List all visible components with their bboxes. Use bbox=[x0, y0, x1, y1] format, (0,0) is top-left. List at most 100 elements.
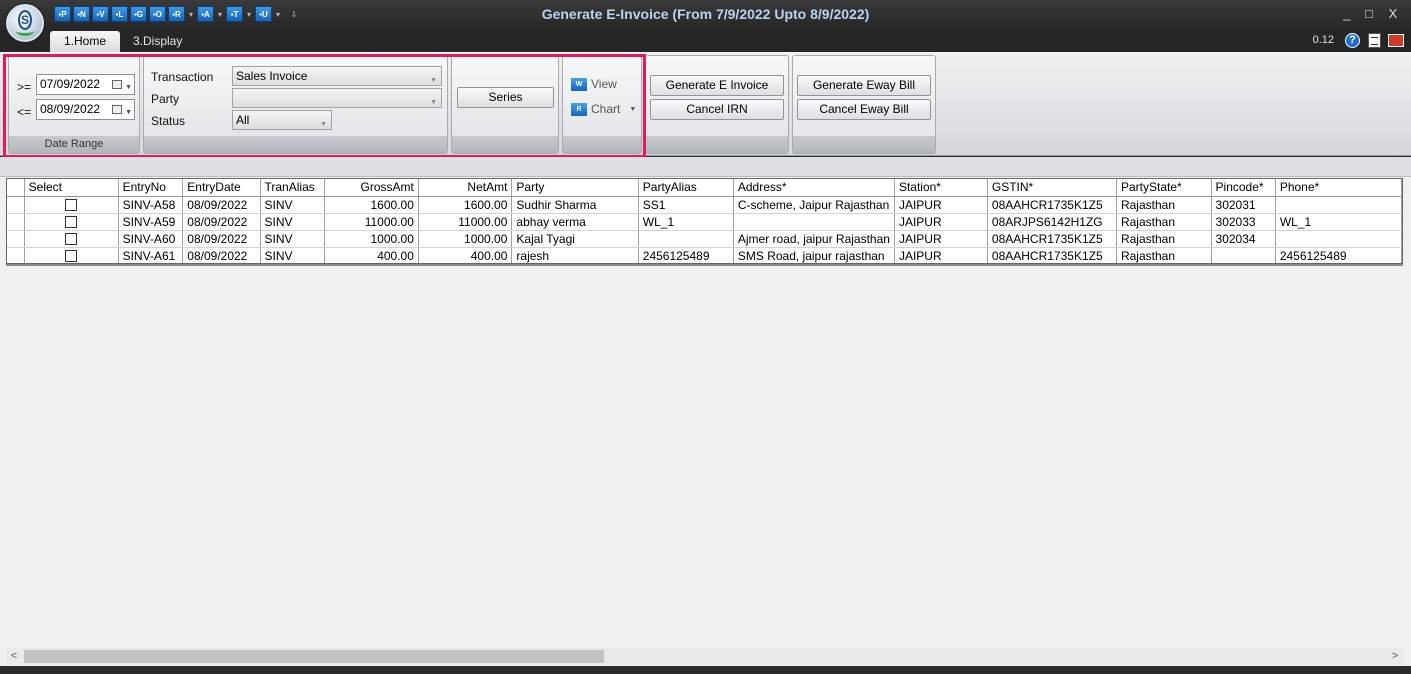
chevron-down-icon[interactable]: ▾ bbox=[216, 10, 224, 19]
column-header[interactable]: EntryDate bbox=[182, 179, 261, 197]
column-header[interactable]: PartyState* bbox=[1116, 179, 1212, 197]
column-header[interactable]: NetAmt bbox=[418, 179, 513, 197]
row-indicator[interactable] bbox=[7, 247, 25, 263]
table-cell: 08AAHCR1735K1Z5 bbox=[987, 247, 1117, 263]
qat-button-o[interactable]: ▪ O bbox=[149, 6, 166, 22]
maximize-button[interactable]: □ bbox=[1359, 6, 1379, 21]
chevron-down-icon[interactable]: ▾ bbox=[274, 10, 282, 19]
chevron-down-icon[interactable]: ▾ bbox=[245, 10, 253, 19]
qat-button-t[interactable]: ▪ T bbox=[226, 6, 243, 22]
select-checkbox[interactable] bbox=[65, 199, 78, 212]
column-header[interactable]: Pincode* bbox=[1211, 179, 1276, 197]
select-checkbox[interactable] bbox=[65, 250, 78, 263]
transaction-label: Transaction bbox=[151, 70, 214, 84]
to-date-picker[interactable]: 08/09/2022 ▼ bbox=[36, 99, 135, 120]
table-cell: SINV bbox=[260, 247, 325, 263]
from-date-picker[interactable]: 07/09/2022 ▼ bbox=[36, 74, 135, 95]
customize-toolbar-icon[interactable]: ⇩ bbox=[290, 10, 298, 19]
help-icon[interactable]: ? bbox=[1345, 33, 1360, 48]
qat-button-r[interactable]: ▪ R bbox=[168, 6, 185, 22]
scroll-left-icon[interactable]: < bbox=[6, 648, 22, 665]
select-cell[interactable] bbox=[24, 213, 119, 231]
row-indicator[interactable] bbox=[7, 230, 25, 248]
select-cell[interactable] bbox=[24, 230, 119, 248]
app-logo-icon[interactable]: S bbox=[6, 4, 44, 42]
table-cell: SINV bbox=[260, 230, 325, 248]
table-row[interactable]: SINV-A59 08/09/2022 SINV 11000.00 11000.00 ab… bbox=[7, 213, 1402, 231]
qat-button-v[interactable]: ▪ V bbox=[92, 6, 109, 22]
chevron-down-icon[interactable]: ▼ bbox=[125, 78, 132, 97]
status-combo[interactable]: All ▼ bbox=[232, 110, 332, 130]
minimize-button[interactable]: _ bbox=[1337, 6, 1357, 21]
qat-button-g[interactable]: ▪ G bbox=[130, 6, 147, 22]
table-cell: 11000.00 bbox=[418, 213, 513, 231]
view-button[interactable]: W View bbox=[571, 77, 617, 91]
chevron-down-icon[interactable]: ▼ bbox=[320, 116, 327, 134]
ribbon-tab-row: 1.Home 3.Display bbox=[0, 30, 1411, 52]
column-header[interactable]: EntryNo bbox=[118, 179, 184, 197]
horizontal-scrollbar[interactable]: < > bbox=[6, 648, 1403, 665]
qat-button-p[interactable]: ▪ P bbox=[54, 6, 71, 22]
table-row[interactable]: SINV-A58 08/09/2022 SINV 1600.00 1600.00 Sudh… bbox=[7, 196, 1402, 214]
select-checkbox[interactable] bbox=[65, 233, 78, 246]
calendar-icon[interactable] bbox=[112, 80, 122, 89]
group-footer bbox=[452, 136, 558, 153]
select-cell[interactable] bbox=[24, 247, 119, 263]
generate-einvoice-button[interactable]: Generate E Invoice bbox=[650, 75, 784, 96]
column-header[interactable]: Address* bbox=[733, 179, 895, 197]
column-header[interactable]: TranAlias bbox=[260, 179, 325, 197]
table-cell: Kajal Tyagi bbox=[511, 230, 639, 248]
calendar-icon[interactable] bbox=[112, 105, 122, 114]
column-header[interactable]: Select bbox=[24, 179, 119, 197]
table-cell: 2456125489 bbox=[1275, 247, 1402, 263]
generate-eway-bill-button[interactable]: Generate Eway Bill bbox=[797, 75, 931, 96]
row-indicator[interactable] bbox=[7, 213, 25, 231]
chevron-down-icon[interactable]: ▾ bbox=[187, 10, 195, 19]
qat-label: O bbox=[155, 9, 163, 19]
tab-display[interactable]: 3.Display bbox=[119, 31, 196, 52]
chart-button[interactable]: R Chart ▼ bbox=[571, 102, 636, 116]
column-header[interactable]: Phone* bbox=[1275, 179, 1402, 197]
gift-icon[interactable] bbox=[1388, 34, 1404, 47]
view-group: W View R Chart ▼ bbox=[562, 55, 642, 154]
qat-button-l[interactable]: ▪ L bbox=[111, 6, 128, 22]
chevron-down-icon[interactable]: ▼ bbox=[430, 94, 437, 112]
transaction-combo[interactable]: Sales Invoice ▼ bbox=[232, 66, 442, 86]
table-cell bbox=[1275, 230, 1402, 248]
table-cell: SMS Road, jaipur rajasthan bbox=[733, 247, 895, 263]
table-cell: SINV bbox=[260, 196, 325, 214]
table-cell: 1600.00 bbox=[418, 196, 513, 214]
scroll-right-icon[interactable]: > bbox=[1387, 648, 1403, 665]
einvoice-group: Generate E Invoice Cancel IRN bbox=[645, 55, 789, 154]
cancel-eway-bill-button[interactable]: Cancel Eway Bill bbox=[797, 99, 931, 120]
column-header[interactable]: GSTIN* bbox=[987, 179, 1117, 197]
column-header[interactable]: Station* bbox=[894, 179, 988, 197]
party-combo[interactable]: ▼ bbox=[232, 88, 442, 108]
table-row[interactable]: SINV-A61 08/09/2022 SINV 400.00 400.00 rajesh… bbox=[7, 247, 1402, 263]
qat-button-a[interactable]: ▪ A bbox=[197, 6, 214, 22]
scrollbar-thumb[interactable] bbox=[24, 650, 604, 663]
table-cell: 08/09/2022 bbox=[182, 196, 261, 214]
column-header[interactable]: PartyAlias bbox=[638, 179, 734, 197]
column-header[interactable] bbox=[7, 179, 25, 197]
cancel-irn-button[interactable]: Cancel IRN bbox=[650, 99, 784, 120]
table-cell: 11000.00 bbox=[324, 213, 419, 231]
view-label: View bbox=[591, 77, 617, 91]
table-cell: 1000.00 bbox=[418, 230, 513, 248]
select-cell[interactable] bbox=[24, 196, 119, 214]
series-button[interactable]: Series bbox=[457, 87, 554, 108]
close-button[interactable]: X bbox=[1383, 6, 1403, 21]
table-cell: 400.00 bbox=[418, 247, 513, 263]
row-indicator[interactable] bbox=[7, 196, 25, 214]
chevron-down-icon[interactable]: ▼ bbox=[629, 106, 636, 113]
qat-button-n[interactable]: ▪ N bbox=[73, 6, 90, 22]
select-checkbox[interactable] bbox=[65, 216, 78, 229]
column-header[interactable]: Party bbox=[511, 179, 639, 197]
document-icon[interactable] bbox=[1368, 33, 1381, 48]
tab-home[interactable]: 1.Home bbox=[50, 31, 121, 52]
column-header[interactable]: GrossAmt bbox=[324, 179, 419, 197]
chevron-down-icon[interactable]: ▼ bbox=[125, 103, 132, 122]
table-row[interactable]: SINV-A60 08/09/2022 SINV 1000.00 1000.00 Kaja… bbox=[7, 230, 1402, 248]
table-cell: Ajmer road, jaipur Rajasthan bbox=[733, 230, 895, 248]
qat-button-u[interactable]: ▪ U bbox=[255, 6, 272, 22]
